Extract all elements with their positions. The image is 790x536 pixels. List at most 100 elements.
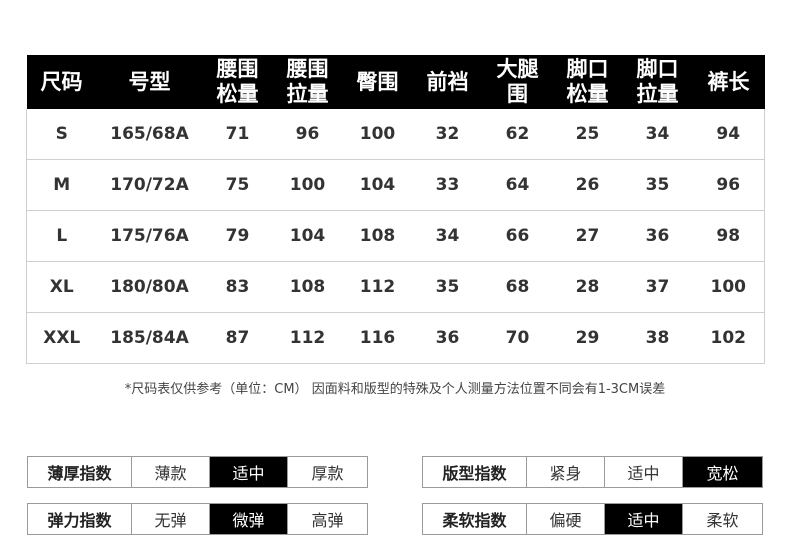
size-cell: 165/68A [96,109,203,160]
size-chart-header-row: 尺码 号型 腰围 松量 腰围 拉量 臀围 前裆 大腿围脚口 松量 脚口 拉量 裤长 [26,55,765,109]
header-cell: 腰围 松量 [202,55,273,109]
index-option: 无弹 [131,503,210,535]
index-option: 厚款 [287,456,368,488]
header-cell: 尺码 [26,55,97,109]
size-cell: S [26,109,97,160]
index-label: 薄厚指数 [27,456,132,488]
size-cell: XL [26,261,97,313]
header-cell-line: 脚口 [636,57,679,81]
size-cell: 71 [202,109,273,160]
header-cell-line: 尺码 [40,69,83,94]
size-cell: M [26,159,97,211]
header-cell-line: 围 [507,82,528,106]
size-cell: 175/76A [96,210,203,262]
index-label: 版型指数 [422,456,527,488]
size-row: XXL 185/84A 87 112 116 36 70 29 38 102 [26,312,765,364]
index-option: 薄款 [131,456,210,488]
index-softness: 柔软指数 偏硬 适中 柔软 [422,503,763,535]
size-cell: 36 [622,210,693,262]
size-cell: 87 [202,312,273,364]
header-cell-line: 松量 [566,82,609,106]
size-cell: 62 [482,109,553,160]
size-cell: 104 [272,210,343,262]
size-cell: 112 [342,261,413,313]
index-thickness: 薄厚指数 薄款 适中 厚款 [27,456,368,488]
index-option: 适中 [604,456,683,488]
size-cell: 100 [272,159,343,211]
size-cell: 68 [482,261,553,313]
size-cell: 79 [202,210,273,262]
header-cell-line: 拉量 [286,82,329,106]
size-chart-body: S 165/68A 71 96 100 32 62 25 34 94 M 170/72A 75 100 10… [26,109,765,364]
header-cell-line: 号型 [128,69,171,94]
size-cell: 33 [412,159,483,211]
header-cell-line: 松量 [216,82,259,106]
size-cell: 104 [342,159,413,211]
size-cell: 32 [412,109,483,160]
size-cell: 100 [342,109,413,160]
index-label: 柔软指数 [422,503,527,535]
size-row: S 165/68A 71 96 100 32 62 25 34 94 [26,109,765,160]
size-cell: L [26,210,97,262]
header-cell: 脚口 松量 [552,55,623,109]
size-cell: 108 [272,261,343,313]
size-cell: 108 [342,210,413,262]
header-cell-line: 腰围 [286,57,329,81]
index-option: 柔软 [682,503,763,535]
size-row: L 175/76A 79 104 108 34 66 27 36 98 [26,210,765,262]
size-cell: 27 [552,210,623,262]
size-cell: 66 [482,210,553,262]
size-cell: 35 [412,261,483,313]
header-cell: 裤长 [692,55,765,109]
size-cell: 100 [692,261,765,313]
size-cell: 38 [622,312,693,364]
index-option: 宽松 [682,456,763,488]
size-cell: 35 [622,159,693,211]
index-option: 微弹 [209,503,288,535]
header-cell-line: 前裆 [426,69,469,94]
size-cell: 64 [482,159,553,211]
size-cell: 34 [622,109,693,160]
header-cell-line: 臀围 [356,69,399,94]
size-row: M 170/72A 75 100 104 33 64 26 35 96 [26,159,765,211]
size-cell: 98 [692,210,765,262]
size-cell: 26 [552,159,623,211]
size-cell: 75 [202,159,273,211]
index-option: 紧身 [526,456,605,488]
index-option: 适中 [209,456,288,488]
index-fit: 版型指数 紧身 适中 宽松 [422,456,763,488]
size-cell: 112 [272,312,343,364]
size-cell: 96 [692,159,765,211]
size-cell: 34 [412,210,483,262]
header-cell-line: 拉量 [636,82,679,106]
header-cell: 脚口 拉量 [622,55,693,109]
header-cell: 大腿围 [482,55,553,109]
header-cell-line: 大腿 [496,57,539,81]
size-cell: 83 [202,261,273,313]
size-cell: 29 [552,312,623,364]
size-cell: 28 [552,261,623,313]
size-cell: 116 [342,312,413,364]
header-cell-line: 裤长 [707,69,750,94]
size-cell: 25 [552,109,623,160]
index-option: 偏硬 [526,503,605,535]
header-cell: 前裆 [412,55,483,109]
header-cell-line: 脚口 [566,57,609,81]
size-cell: 36 [412,312,483,364]
size-cell: 94 [692,109,765,160]
size-row: XL 180/80A 83 108 112 35 68 28 37 100 [26,261,765,313]
index-option: 适中 [604,503,683,535]
index-option: 高弹 [287,503,368,535]
header-cell: 臀围 [342,55,413,109]
size-cell: 102 [692,312,765,364]
size-cell: 37 [622,261,693,313]
index-label: 弹力指数 [27,503,132,535]
header-cell: 号型 [96,55,203,109]
size-cell: XXL [26,312,97,364]
size-note: *尺码表仅供参考（单位：CM） 因面料和版型的特殊及个人测量方法位置不同会有1-… [124,382,666,397]
size-cell: 70 [482,312,553,364]
size-cell: 170/72A [96,159,203,211]
index-elasticity: 弹力指数 无弹 微弹 高弹 [27,503,368,535]
size-chart-table: 尺码 号型 腰围 松量 腰围 拉量 臀围 前裆 大腿围脚口 松量 脚口 拉量 裤长 S 165/68A 71… [26,55,765,364]
size-cell: 96 [272,109,343,160]
